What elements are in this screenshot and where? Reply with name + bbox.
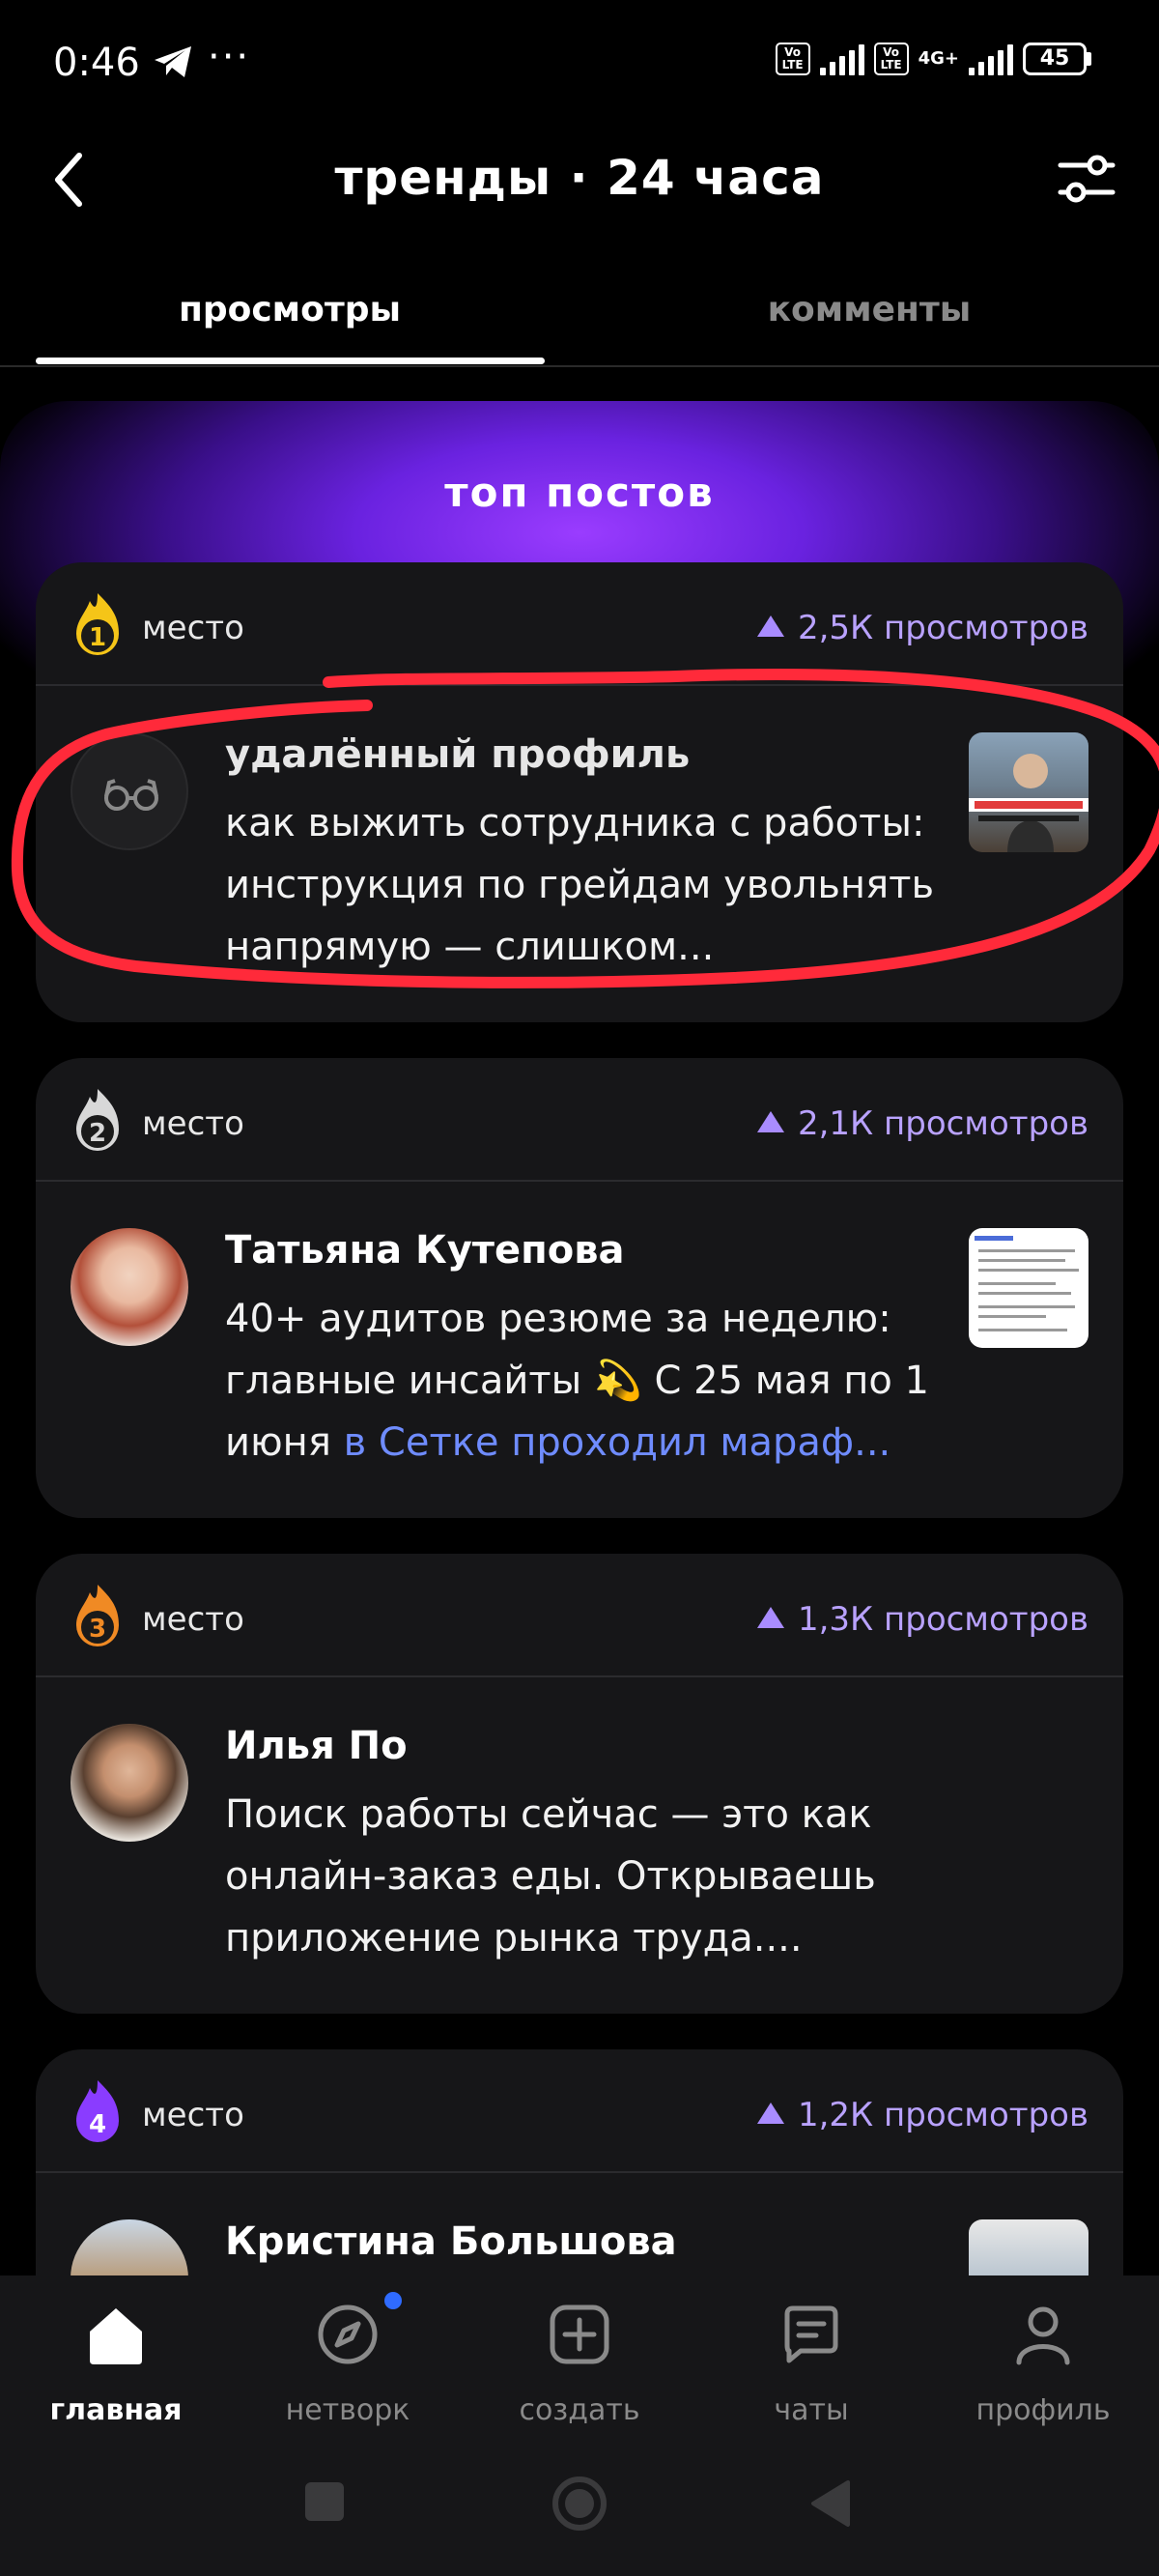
battery-level: 45 — [1023, 43, 1087, 75]
telegram-icon — [155, 46, 191, 77]
nav-label: главная — [49, 2393, 183, 2427]
rank-flame-icon: 2 — [76, 1089, 119, 1151]
avatar[interactable] — [71, 732, 188, 850]
recents-icon[interactable] — [301, 2478, 348, 2525]
nav-network[interactable]: нетворк — [232, 2301, 464, 2427]
rank-number: 2 — [89, 1119, 106, 1148]
glasses-icon — [104, 779, 158, 811]
post-author[interactable]: Кристина Большова — [225, 2219, 677, 2264]
chat-icon — [784, 2305, 838, 2363]
post-preview-text[interactable]: Поиск работы сейчас — это как онлайн-зак… — [225, 1784, 940, 1969]
rank-number: 4 — [89, 2110, 106, 2139]
up-triangle-icon — [756, 1111, 784, 1132]
tab-views[interactable]: просмотры — [0, 290, 580, 329]
back-triangle-icon[interactable] — [807, 2478, 854, 2529]
header: тренды · 24 часа — [0, 130, 1159, 227]
views-text: 2,1К просмотров — [797, 1104, 1088, 1143]
signal-icon — [819, 43, 864, 75]
post-card-header: 3 место 1,3К просмотров — [36, 1554, 1123, 1677]
post-author[interactable]: Илья По — [225, 1724, 408, 1768]
rank-flame-icon: 4 — [76, 2080, 119, 2142]
post-card-header: 1 место 2,5К просмотров — [36, 562, 1123, 686]
post-thumbnail[interactable] — [969, 1228, 1088, 1348]
up-triangle-icon — [756, 1607, 784, 1628]
bottom-nav: главная нетворк создать чаты профиль — [0, 2275, 1159, 2449]
rank-label: место — [142, 609, 244, 647]
nav-label: нетворк — [285, 2393, 410, 2427]
person-icon — [1016, 2306, 1070, 2365]
active-tab-indicator — [36, 358, 545, 364]
post-card-1[interactable]: 1 место 2,5К просмотров удалённый профил… — [36, 562, 1123, 1022]
rank-label: место — [142, 1600, 244, 1639]
system-nav-bar — [0, 2449, 1159, 2576]
post-link[interactable]: в Сетке проходил мараф... — [344, 1420, 891, 1465]
home-icon — [90, 2308, 142, 2364]
rank-label: место — [142, 1104, 244, 1143]
rank-label: место — [142, 2096, 244, 2134]
battery-icon: 45 — [1023, 43, 1091, 75]
plus-square-icon — [550, 2304, 609, 2364]
post-thumbnail[interactable] — [969, 732, 1088, 852]
post-card-header: 4 место 1,2К просмотров — [36, 2049, 1123, 2173]
views-count: 2,5К просмотров — [756, 609, 1088, 647]
page-title: тренды · 24 часа — [334, 150, 825, 206]
views-text: 2,5К просмотров — [797, 609, 1088, 647]
compass-icon — [318, 2304, 378, 2364]
views-count: 1,2К просмотров — [756, 2096, 1088, 2134]
nav-profile[interactable]: профиль — [927, 2301, 1159, 2427]
rank-flame-icon: 1 — [76, 593, 119, 655]
signal-icon-2 — [969, 43, 1013, 75]
post-preview-text[interactable]: как выжить сотрудника с работы: инструкц… — [225, 792, 940, 978]
network-type: 4G+ — [918, 48, 959, 69]
notification-dot — [384, 2292, 402, 2309]
post-card-header: 2 место 2,1К просмотров — [36, 1058, 1123, 1182]
status-icons: Vo LTE Vo LTE 4G+ 45 — [775, 43, 1091, 75]
views-text: 1,2К просмотров — [797, 2096, 1088, 2134]
rank-number: 1 — [89, 623, 106, 652]
nav-label: создать — [519, 2393, 640, 2427]
rank-flame-icon: 3 — [76, 1585, 119, 1646]
home-circle-icon[interactable] — [551, 2475, 608, 2533]
status-bar: 0:46 ··· Vo LTE Vo LTE 4G+ 45 — [0, 0, 1159, 130]
views-count: 2,1К просмотров — [756, 1104, 1088, 1143]
post-preview-text[interactable]: 40+ аудитов резюме за неделю: главные ин… — [225, 1288, 940, 1474]
volte-icon-2: Vo LTE — [873, 43, 909, 75]
up-triangle-icon — [756, 615, 784, 637]
post-author[interactable]: удалённый профиль — [225, 732, 690, 777]
top-posts-title: топ постов — [444, 469, 715, 516]
post-card-2[interactable]: 2 место 2,1К просмотров Татьяна Кутепова… — [36, 1058, 1123, 1518]
nav-label: профиль — [975, 2393, 1111, 2427]
nav-chats[interactable]: чаты — [695, 2301, 927, 2427]
nav-home[interactable]: главная — [0, 2301, 232, 2427]
status-time: 0:46 — [53, 41, 140, 85]
rank-number: 3 — [89, 1615, 106, 1644]
volte-icon: Vo LTE — [775, 43, 810, 75]
avatar[interactable] — [71, 1724, 188, 1842]
post-card-3[interactable]: 3 место 1,3К просмотров Илья По Поиск ра… — [36, 1554, 1123, 2014]
filter-icon[interactable] — [1053, 150, 1120, 208]
post-author[interactable]: Татьяна Кутепова — [225, 1228, 625, 1273]
up-triangle-icon — [756, 2103, 784, 2124]
tab-comments[interactable]: комменты — [580, 290, 1159, 329]
views-text: 1,3К просмотров — [797, 1600, 1088, 1639]
tab-bar: просмотры комменты — [0, 271, 1159, 367]
nav-create[interactable]: создать — [464, 2301, 695, 2427]
views-count: 1,3К просмотров — [756, 1600, 1088, 1639]
nav-label: чаты — [774, 2393, 849, 2427]
avatar[interactable] — [71, 1228, 188, 1346]
more-notifications-icon: ··· — [208, 35, 251, 79]
